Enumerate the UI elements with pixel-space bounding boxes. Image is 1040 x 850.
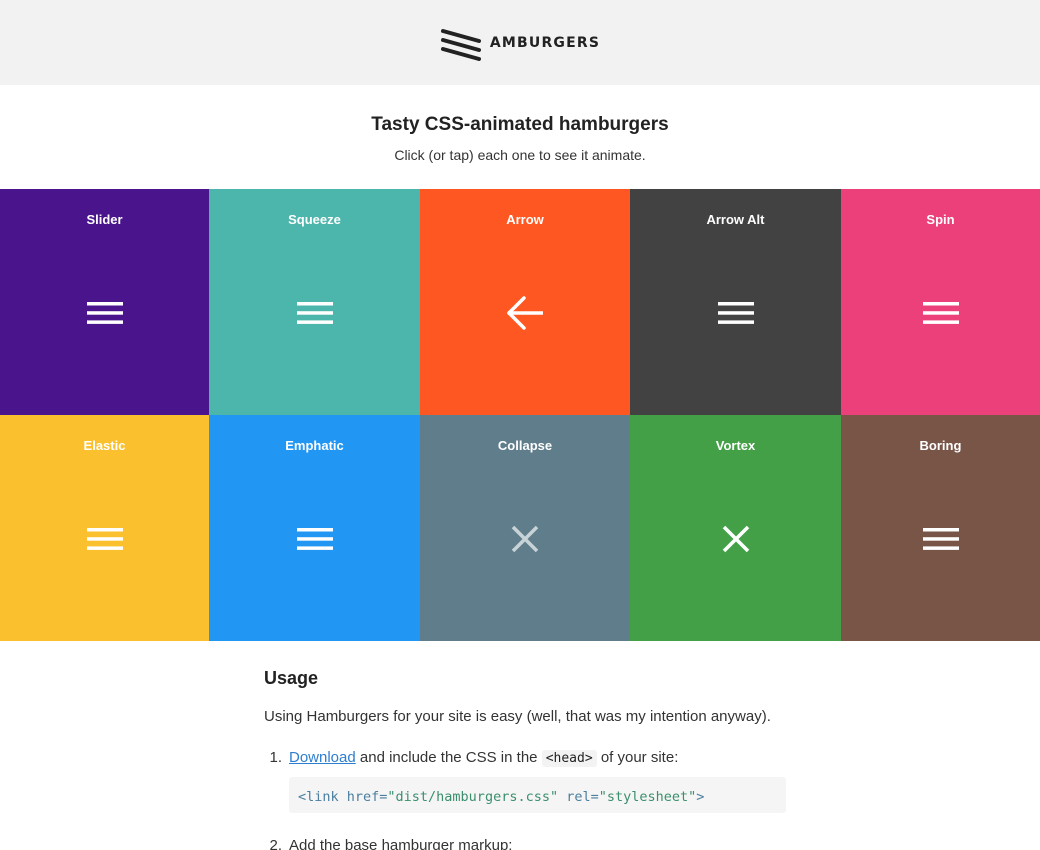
tile-vortex[interactable]: Vortex [630,415,841,641]
tile-label: Spin [926,212,955,227]
tile-spin[interactable]: Spin [841,189,1040,415]
hamburger-icon [296,528,333,550]
intro-section: Tasty CSS-animated hamburgers Click (or … [0,85,1040,189]
close-icon [511,525,539,553]
step-text: of your site: [596,749,679,766]
tile-label: Squeeze [288,212,341,227]
tile-arrow[interactable]: Arrow [420,189,630,415]
tile-label: Emphatic [285,438,344,453]
hamburger-button-arrow-alt[interactable] [716,293,756,333]
logo[interactable]: AMBURGERS [440,25,600,61]
hamburger-button-arrow[interactable] [505,293,545,333]
code-end: > [696,789,705,805]
hamburger-icon [922,302,959,324]
close-icon [722,525,749,553]
tile-slider[interactable]: Slider [0,189,209,415]
tile-label: Vortex [715,438,756,453]
arrow-left-icon [507,296,543,330]
code-block-link-tag: <link href="dist/hamburgers.css" rel="st… [289,777,786,813]
step-number: 2. [269,837,282,850]
tile-collapse[interactable]: Collapse [420,415,630,641]
hamburger-button-emphatic[interactable] [295,519,335,559]
hamburger-button-slider[interactable] [85,293,125,333]
tile-boring[interactable]: Boring [841,415,1040,641]
logo-bars-icon [440,28,481,61]
usage-step-1: 1. Download and include the CSS in the <… [264,748,789,813]
hamburger-button-squeeze[interactable] [295,293,335,333]
tile-label: Boring [919,438,962,453]
site-header: AMBURGERS [0,0,1040,85]
hamburger-icon [86,302,123,324]
logo-text: AMBURGERS [489,34,601,51]
hamburger-button-boring[interactable] [921,519,961,559]
hamburger-button-spin[interactable] [921,293,961,333]
download-link[interactable]: Download [289,749,356,766]
hamburger-icon [86,528,123,550]
hamburger-icon [296,302,333,324]
tile-label: Collapse [497,438,553,453]
code-href: "dist/hamburgers.css" [387,789,559,805]
tile-squeeze[interactable]: Squeeze [209,189,420,415]
tile-emphatic[interactable]: Emphatic [209,415,420,641]
code-rel: rel= [558,789,599,805]
tile-label: Elastic [83,438,126,453]
step-body: Download and include the CSS in the <hea… [289,748,789,813]
tile-label: Slider [86,212,123,227]
page-title: Tasty CSS-animated hamburgers [371,114,669,135]
tile-label: Arrow Alt [706,212,765,227]
hamburger-icon [922,528,959,550]
usage-heading: Usage [264,668,319,688]
hamburger-button-vortex[interactable] [716,519,756,559]
tile-elastic[interactable]: Elastic [0,415,209,641]
page-subtitle: Click (or tap) each one to see it animat… [394,147,646,163]
step-body: Add the base hamburger markup: [289,837,513,850]
hamburger-button-elastic[interactable] [85,519,125,559]
hamburger-icon [717,302,754,324]
usage-steps: 1. Download and include the CSS in the <… [264,748,789,850]
step-number: 1. [269,749,282,766]
tile-arrow-alt[interactable]: Arrow Alt [630,189,841,415]
step-text: and include the CSS in the [355,749,542,766]
code-tag: <link href= [298,789,388,805]
hamburger-grid: Slider Squeeze Arrow Arrow Alt Spin Elas… [0,189,1040,641]
usage-step-2: 2. Add the base hamburger markup: [264,836,789,850]
hamburger-button-collapse[interactable] [505,519,545,559]
code-rel-value: "stylesheet" [598,789,697,805]
usage-intro: Using Hamburgers for your site is easy (… [264,708,771,725]
head-code: <head> [541,750,597,767]
usage-section: Usage Using Hamburgers for your site is … [264,641,789,850]
tile-label: Arrow [506,212,544,227]
